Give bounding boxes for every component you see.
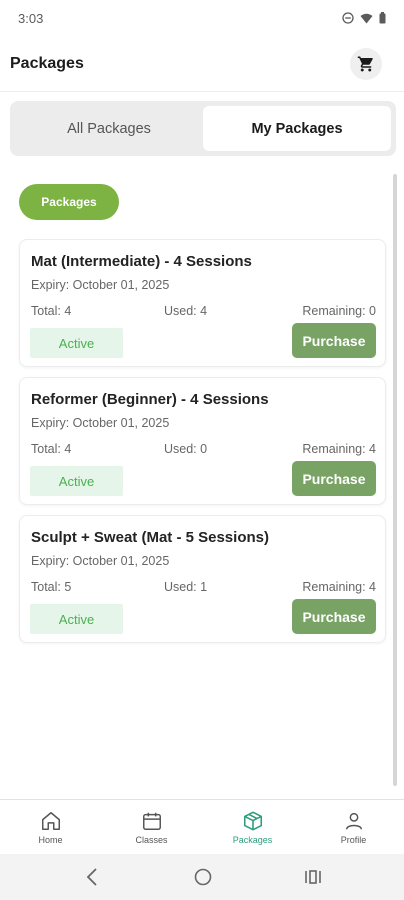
package-expiry: Expiry: October 01, 2025 — [31, 278, 170, 292]
app-header: Packages — [0, 36, 404, 92]
nav-item-home[interactable]: Home — [0, 800, 101, 854]
nav-item-classes[interactable]: Classes — [101, 800, 202, 854]
bottom-nav: Home Classes Packages Profile — [0, 799, 404, 854]
status-badge: Active — [30, 604, 123, 634]
package-stats: Total: 4 Used: 4 Remaining: 0 — [31, 304, 376, 320]
battery-icon — [379, 12, 386, 24]
package-icon — [243, 811, 262, 830]
status-bar: 3:03 — [0, 0, 404, 36]
status-time: 3:03 — [18, 10, 44, 26]
packages-filter-chip[interactable]: Packages — [19, 184, 119, 220]
stat-used: Used: 0 — [164, 442, 208, 456]
package-stats: Total: 4 Used: 0 Remaining: 4 — [31, 442, 376, 458]
cart-icon — [357, 56, 373, 71]
recents-icon[interactable] — [304, 868, 322, 886]
nav-label-home: Home — [38, 834, 63, 845]
stat-remaining: Remaining: 4 — [302, 580, 376, 594]
system-nav-bar — [0, 854, 404, 900]
nav-item-packages[interactable]: Packages — [202, 800, 303, 854]
stat-remaining: Remaining: 0 — [302, 304, 376, 318]
package-list[interactable]: Packages Mat (Intermediate) - 4 Sessions… — [10, 166, 397, 796]
package-stats: Total: 5 Used: 1 Remaining: 4 — [31, 580, 376, 596]
purchase-button[interactable]: Purchase — [292, 461, 376, 496]
calendar-icon — [142, 812, 161, 830]
person-icon — [345, 812, 362, 829]
tab-my-packages[interactable]: My Packages — [203, 106, 391, 151]
cart-button[interactable] — [350, 47, 382, 80]
package-title: Mat (Intermediate) - 4 Sessions — [31, 253, 252, 270]
stat-used: Used: 4 — [164, 304, 208, 318]
tab-all-packages[interactable]: All Packages — [15, 106, 203, 151]
scrollbar[interactable] — [393, 174, 397, 786]
package-card: Reformer (Beginner) - 4 Sessions Expiry:… — [19, 377, 386, 505]
stat-total: Total: 4 — [31, 442, 72, 456]
back-icon[interactable] — [86, 868, 98, 886]
package-card: Mat (Intermediate) - 4 Sessions Expiry: … — [19, 239, 386, 367]
status-badge: Active — [30, 328, 123, 358]
purchase-button[interactable]: Purchase — [292, 599, 376, 634]
status-badge: Active — [30, 466, 123, 496]
home-icon — [41, 811, 60, 830]
package-expiry: Expiry: October 01, 2025 — [31, 416, 170, 430]
package-title: Reformer (Beginner) - 4 Sessions — [31, 391, 269, 408]
stat-total: Total: 5 — [31, 580, 72, 594]
stat-remaining: Remaining: 4 — [302, 442, 376, 456]
nav-label-packages: Packages — [232, 834, 273, 845]
status-icons — [342, 12, 386, 24]
page-title: Packages — [10, 54, 84, 72]
package-expiry: Expiry: October 01, 2025 — [31, 554, 170, 568]
package-title: Sculpt + Sweat (Mat - 5 Sessions) — [31, 529, 269, 546]
stat-used: Used: 1 — [164, 580, 208, 594]
nav-item-profile[interactable]: Profile — [303, 800, 404, 854]
wifi-icon — [360, 13, 373, 23]
stat-total: Total: 4 — [31, 304, 72, 318]
nav-label-profile: Profile — [340, 834, 367, 845]
purchase-button[interactable]: Purchase — [292, 323, 376, 358]
dnd-icon — [342, 12, 354, 24]
package-tabs: All Packages My Packages — [10, 101, 396, 156]
nav-label-classes: Classes — [135, 834, 168, 845]
package-card: Sculpt + Sweat (Mat - 5 Sessions) Expiry… — [19, 515, 386, 643]
home-circle-icon[interactable] — [194, 868, 212, 886]
